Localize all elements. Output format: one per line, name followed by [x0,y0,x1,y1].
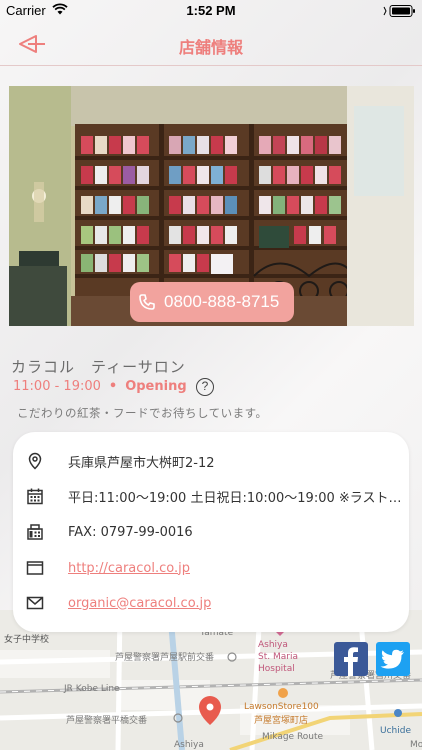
email-row[interactable]: organic@caracol.co.jp [26,592,211,614]
map-label-mikage: Mikage Route [262,732,324,742]
schedule-text: 平日:11:00〜19:00 土日祝日:10:00〜19:00 ※ラストオーダー [68,490,403,506]
facebook-icon [344,647,358,676]
map-label-ashiya: Ashiya [174,740,204,750]
info-card: 兵庫県芦屋市大桝町2-12 平日:11:00〜19:00 土日祝日:10:00〜… [13,432,409,632]
business-hours: 11:00 - 19:00 • Opening [13,379,187,394]
facebook-button[interactable] [334,642,368,676]
map-label-hospital-1: Ashiya [258,640,288,650]
shop-name: カラコル ティーサロン [11,358,186,376]
map-label-lawson: LawsonStore100 [244,702,319,712]
twitter-icon [380,649,404,669]
address-row: 兵庫県芦屋市大桝町2-12 [26,450,215,472]
map-label-jr: JR Kobe Line [64,684,120,694]
page-title: 店舗情報 [178,38,243,57]
email-link[interactable]: organic@caracol.co.jp [68,596,211,611]
website-row[interactable]: http://caracol.co.jp [26,557,190,579]
map-label-heian: 芦屋警察署平橋交番 [66,716,148,726]
location-pin-icon [28,452,42,470]
map-label-lawson-jp: 芦屋宮塚町店 [254,716,309,726]
phone-number: 0800-888-8715 [164,292,280,311]
fax-icon [27,524,43,540]
browser-window-icon [26,561,44,575]
fax-row: FAX: 0797-99-0016 [26,521,193,543]
schedule-row: 平日:11:00〜19:00 土日祝日:10:00〜19:00 ※ラストオーダー [26,485,403,507]
help-icon[interactable]: ? [196,378,214,396]
battery-icon [383,5,415,17]
address-text: 兵庫県芦屋市大桝町2-12 [68,455,215,471]
map-label-uchide: Uchide [380,726,411,736]
map-label-school: 女子中学校 [4,635,50,645]
calendar-icon [27,488,43,505]
open-status: Opening [125,379,187,394]
map-label-police-front: 芦屋警察署芦屋駅前交番 [115,653,215,663]
twitter-button[interactable] [376,642,410,676]
status-bar: Carrier 1:52 PM [0,0,422,22]
clock: 1:52 PM [186,3,236,18]
separator-dot: • [108,379,118,394]
hours-text: 11:00 - 19:00 [13,379,101,394]
fax-text: FAX: 0797-99-0016 [68,524,193,540]
map-label-hospital-2: St. Maria [258,652,298,662]
mail-icon [26,596,44,610]
website-link[interactable]: http://caracol.co.jp [68,561,190,576]
map-label-hospital-3: Hospital [258,664,295,674]
shop-description: こだわりの紅茶・フードでお待ちしています。 [17,406,268,420]
navigation-bar: 店舗情報 [0,22,422,66]
call-button[interactable]: 0800-888-8715 [130,282,294,322]
map-label-edge: Mo [410,740,422,750]
phone-icon [139,294,155,310]
